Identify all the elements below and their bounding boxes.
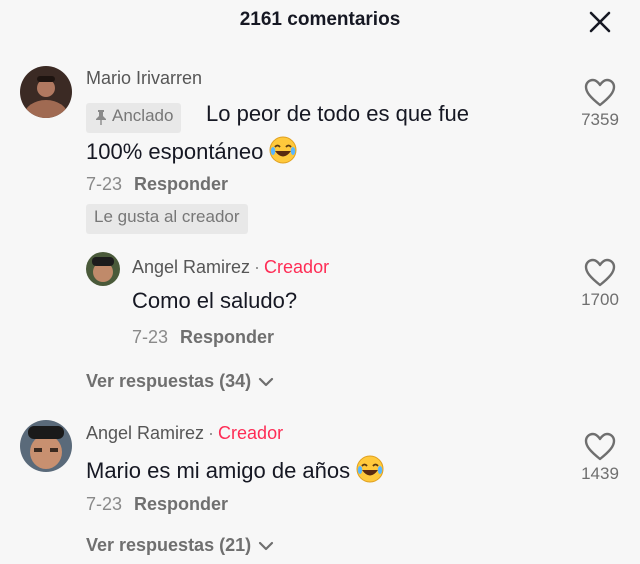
like-button[interactable]: 1700	[565, 258, 635, 310]
comment-author[interactable]: Angel Ramirez · Creador	[86, 423, 283, 444]
creator-badge: Creador	[264, 257, 330, 277]
pinned-badge: Anclado	[86, 103, 182, 133]
like-count: 1439	[581, 464, 619, 483]
creator-badge: Creador	[218, 423, 284, 443]
chevron-down-icon	[259, 378, 274, 387]
avatar[interactable]	[86, 252, 120, 286]
laughing-emoji-icon	[356, 455, 384, 489]
like-count: 7359	[581, 110, 619, 129]
reply-text: Como el saludo?	[132, 288, 298, 313]
close-button[interactable]	[586, 8, 614, 36]
comment-meta: 7-23 Responder	[86, 494, 228, 515]
comment-text: Mario es mi amigo de años	[86, 455, 384, 489]
reply-button[interactable]: Responder	[134, 494, 228, 514]
reply-button[interactable]: Responder	[134, 174, 228, 194]
comment-date: 7-23	[86, 174, 123, 194]
comment-meta: 7-23 Responder	[86, 174, 228, 195]
comment-text-continued: 100% espontáneo	[86, 136, 297, 170]
comments-header: 2161 comentarios	[0, 0, 640, 42]
heart-icon	[584, 78, 616, 107]
reply-author[interactable]: Angel Ramirez · Creador	[132, 257, 329, 278]
like-count: 1700	[581, 290, 619, 309]
avatar[interactable]	[20, 66, 72, 118]
view-replies-button[interactable]: Ver respuestas (34)	[86, 371, 274, 392]
liked-by-creator-badge: Le gusta al creador	[86, 204, 248, 234]
reply-button[interactable]: Responder	[180, 327, 274, 347]
comment-author[interactable]: Mario Irivarren	[86, 68, 202, 89]
separator-dot: ·	[254, 257, 261, 277]
separator-dot: ·	[208, 423, 215, 443]
close-icon	[589, 11, 611, 33]
pin-icon	[96, 109, 106, 125]
comment-text: Lo peor de todo es que fue	[206, 101, 469, 126]
view-replies-button[interactable]: Ver respuestas (21)	[86, 535, 274, 556]
pinned-label: Anclado	[112, 106, 174, 125]
like-button[interactable]: 1439	[565, 432, 635, 484]
heart-icon	[584, 432, 616, 461]
avatar[interactable]	[20, 420, 72, 472]
comment-date: 7-23	[86, 494, 123, 514]
reply-meta: 7-23 Responder	[132, 327, 274, 348]
heart-icon	[584, 258, 616, 287]
laughing-emoji-icon	[269, 136, 297, 170]
reply-date: 7-23	[132, 327, 169, 347]
chevron-down-icon	[259, 542, 274, 551]
comments-count-title: 2161 comentarios	[239, 9, 401, 30]
like-button[interactable]: 7359	[565, 78, 635, 130]
